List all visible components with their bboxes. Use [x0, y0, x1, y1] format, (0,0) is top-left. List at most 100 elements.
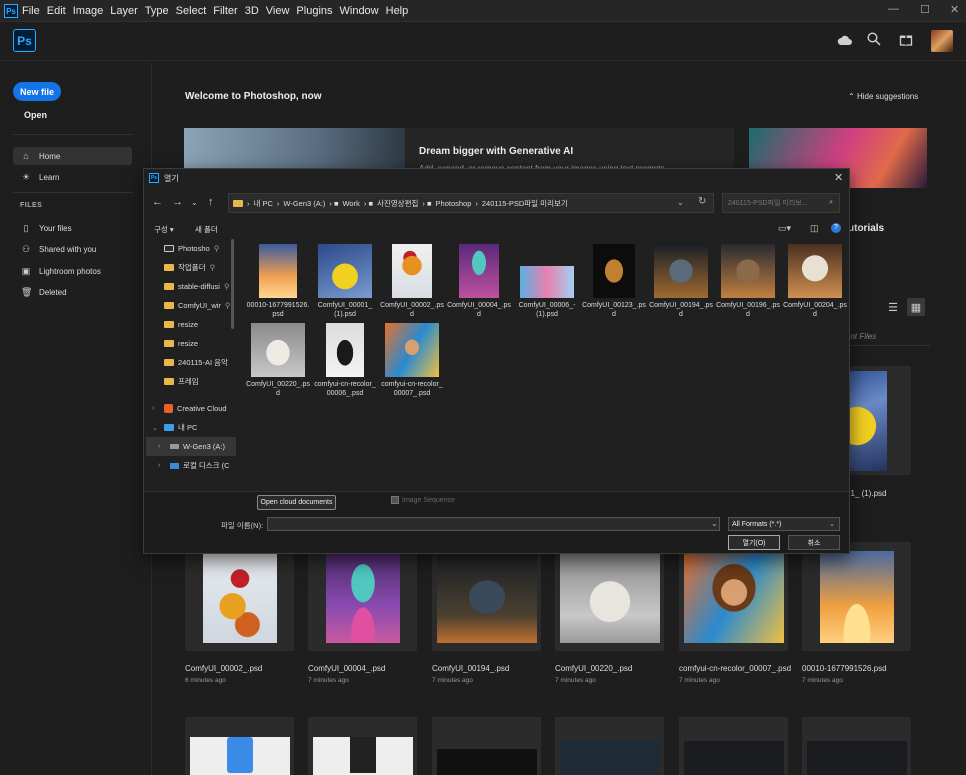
- recent-file-thumb[interactable]: [308, 717, 417, 775]
- recent-file-thumb[interactable]: [555, 542, 664, 651]
- recent-file-thumb[interactable]: [555, 717, 664, 775]
- chevron-down-icon[interactable]: ⌄: [711, 519, 718, 528]
- recent-file-thumb[interactable]: [679, 717, 788, 775]
- recent-file-thumb[interactable]: [432, 717, 541, 775]
- recent-file-name[interactable]: ComfyUI_00004_.psd: [308, 664, 385, 673]
- open-cloud-documents-button[interactable]: Open cloud documents: [257, 495, 336, 510]
- file-item[interactable]: 00010-1677991526.psd: [246, 244, 310, 319]
- up-arrow-icon[interactable]: ↑: [208, 196, 214, 208]
- file-item[interactable]: ComfyUI_00196_.psd: [716, 244, 780, 319]
- recent-file-thumb[interactable]: [185, 717, 294, 775]
- cloud-icon[interactable]: [837, 33, 853, 51]
- recent-file-name[interactable]: ComfyUI_00220_.psd: [555, 664, 632, 673]
- breadcrumb-item[interactable]: 사진영상편집: [377, 198, 418, 209]
- menu-help[interactable]: Help: [386, 5, 409, 17]
- menu-window[interactable]: Window: [340, 5, 379, 17]
- gift-icon[interactable]: [899, 32, 913, 51]
- new-file-button[interactable]: New file: [13, 82, 61, 101]
- sidebar-item-lightroom[interactable]: ▣ Lightroom photos: [13, 262, 132, 280]
- chevron-down-icon[interactable]: ⌄: [191, 198, 198, 207]
- breadcrumb-item[interactable]: 내 PC: [254, 198, 273, 209]
- file-item[interactable]: ComfyUI_00002_.psd: [380, 244, 444, 319]
- menu-plugins[interactable]: Plugins: [296, 5, 332, 17]
- ps-logo[interactable]: Ps: [13, 29, 36, 52]
- tree-item-drive-a[interactable]: › W-Gen3 (A:): [146, 437, 236, 456]
- file-item[interactable]: ComfyUI_00004_.psd: [447, 244, 511, 319]
- menu-layer[interactable]: Layer: [110, 5, 138, 17]
- image-sequence-checkbox[interactable]: Image Sequence: [391, 496, 455, 504]
- file-item[interactable]: ComfyUI_00006_-(1).psd: [515, 244, 579, 319]
- refresh-icon[interactable]: ↻: [698, 196, 706, 207]
- open-button[interactable]: Open: [24, 110, 47, 120]
- menu-edit[interactable]: Edit: [47, 5, 66, 17]
- grid-view-icon[interactable]: ▦: [907, 298, 925, 316]
- tree-item[interactable]: Photosho ⚲: [146, 239, 236, 258]
- recent-file-thumb[interactable]: [802, 717, 911, 775]
- sidebar-item-learn[interactable]: ☀ Learn: [13, 168, 132, 186]
- tree-item[interactable]: resize: [146, 315, 236, 334]
- menu-image[interactable]: Image: [73, 5, 104, 17]
- file-item[interactable]: comfyui-cn-recolor_00007_.psd: [380, 323, 444, 398]
- filename-input[interactable]: [267, 517, 720, 531]
- help-icon[interactable]: ?: [831, 223, 841, 233]
- nav-scrollbar[interactable]: [231, 239, 234, 329]
- forward-arrow-icon[interactable]: →: [172, 196, 183, 208]
- recent-file-thumb[interactable]: [802, 542, 911, 651]
- close-window-icon[interactable]: ✕: [950, 3, 959, 16]
- file-item[interactable]: ComfyUI_00204_.psd: [783, 244, 847, 319]
- sidebar-item-deleted[interactable]: 🗑 Deleted: [13, 283, 132, 301]
- tree-item[interactable]: 작업폴더 ⚲: [146, 258, 236, 277]
- menu-select[interactable]: Select: [176, 5, 207, 17]
- recent-file-thumb[interactable]: [308, 542, 417, 651]
- tree-item[interactable]: stable-diffusi ⚲: [146, 277, 236, 296]
- preview-pane-icon[interactable]: ◫: [810, 223, 819, 234]
- sidebar-item-your-files[interactable]: ▯ Your files: [13, 219, 132, 237]
- tree-item[interactable]: 프레임: [146, 372, 236, 391]
- avatar[interactable]: [931, 30, 953, 52]
- tree-item-this-pc[interactable]: ⌄ 내 PC: [146, 418, 236, 437]
- view-options-icon[interactable]: ▭▾: [778, 223, 791, 234]
- recent-file-thumb[interactable]: [185, 542, 294, 651]
- file-item[interactable]: ComfyUI_00194_.psd: [649, 244, 713, 319]
- new-folder-button[interactable]: 새 폴더: [195, 224, 218, 235]
- menu-filter[interactable]: Filter: [213, 5, 237, 17]
- tree-item[interactable]: ComfyUI_wir ⚲: [146, 296, 236, 315]
- path-dropdown-icon[interactable]: ⌄: [677, 198, 684, 207]
- sidebar-item-home[interactable]: ⌂ Home: [13, 147, 132, 165]
- maximize-icon[interactable]: ☐: [920, 3, 930, 16]
- sidebar-item-shared[interactable]: ⚇ Shared with you: [13, 240, 132, 258]
- recent-file-name[interactable]: 01_ (1).psd: [846, 489, 886, 498]
- tree-item[interactable]: resize: [146, 334, 236, 353]
- format-select[interactable]: All Formats (*.*) ⌄: [728, 517, 840, 531]
- recent-file-name[interactable]: ComfyUI_00002_.psd: [185, 664, 262, 673]
- minimize-icon[interactable]: —: [888, 3, 899, 15]
- menu-file[interactable]: File: [22, 5, 40, 17]
- recent-file-thumb[interactable]: [679, 542, 788, 651]
- file-item[interactable]: comfyui-cn-recolor_00006_.psd: [313, 323, 377, 398]
- close-icon[interactable]: ✕: [834, 171, 843, 184]
- organize-button[interactable]: 구성 ▾: [154, 224, 174, 235]
- menu-type[interactable]: Type: [145, 5, 169, 17]
- breadcrumb-item[interactable]: Work: [342, 199, 359, 208]
- breadcrumb-item[interactable]: Photoshop: [436, 199, 472, 208]
- list-view-icon[interactable]: ☰: [884, 298, 902, 316]
- cancel-button[interactable]: 취소: [788, 535, 840, 550]
- back-arrow-icon[interactable]: ←: [152, 196, 163, 208]
- breadcrumb-item[interactable]: 240115-PSD파일 미리보기: [482, 198, 568, 209]
- recent-file-thumb[interactable]: [432, 542, 541, 651]
- file-item[interactable]: ComfyUI_00123_.psd: [582, 244, 646, 319]
- tree-item-drive-c[interactable]: › 로컬 디스크 (C: [146, 456, 236, 475]
- breadcrumb-item[interactable]: W-Gen3 (A:): [283, 199, 325, 208]
- recent-file-name[interactable]: 00010-1677991526.psd: [802, 664, 887, 673]
- menu-3d[interactable]: 3D: [245, 5, 259, 17]
- recent-file-name[interactable]: comfyui-cn-recolor_00007_.psd: [679, 664, 791, 673]
- address-bar[interactable]: › 내 PC › W-Gen3 (A:) › ■ Work › ■ 사진영상편집 › ■…: [228, 193, 714, 213]
- file-item[interactable]: ComfyUI_00220_.psd: [246, 323, 310, 398]
- hide-suggestions-button[interactable]: ⌃ Hide suggestions: [848, 92, 918, 101]
- tree-item-creative-cloud[interactable]: › Creative Cloud: [146, 399, 236, 418]
- search-input[interactable]: 240115-PSD파일 미리보... ⌕: [722, 193, 840, 213]
- search-icon[interactable]: [867, 32, 881, 51]
- open-button[interactable]: 열기(O): [728, 535, 780, 550]
- file-item[interactable]: ComfyUI_00001_(1).psd: [313, 244, 377, 319]
- tree-item[interactable]: 240115-AI 음악: [146, 353, 236, 372]
